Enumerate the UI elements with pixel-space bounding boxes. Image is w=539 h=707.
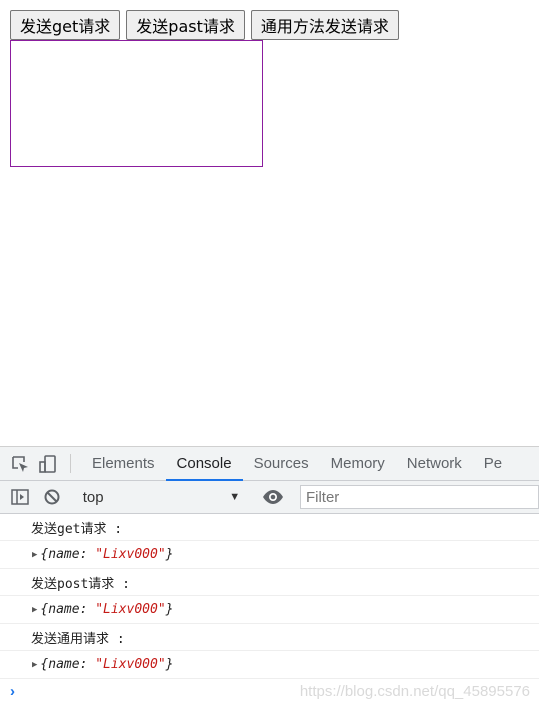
console-log-line: 发送get请求 : (0, 514, 539, 541)
show-sidebar-icon[interactable] (6, 488, 34, 506)
object-open-brace: { (40, 602, 49, 617)
context-selector-value: top (82, 488, 104, 506)
expand-triangle-icon[interactable]: ▶ (32, 605, 37, 615)
console-object-line[interactable]: ▶ {name: "Lixv000"} (0, 651, 539, 679)
tab-elements[interactable]: Elements (81, 447, 166, 480)
device-toolbar-icon[interactable] (34, 447, 62, 480)
dropdown-arrow-icon: ▼ (229, 491, 241, 503)
expand-triangle-icon[interactable]: ▶ (32, 550, 37, 560)
send-generic-button[interactable]: 通用方法发送请求 (250, 10, 399, 40)
object-colon: : (79, 547, 88, 562)
inspect-element-icon[interactable] (6, 447, 34, 480)
console-log-line: 发送通用请求 : (0, 624, 539, 651)
tab-sources[interactable]: Sources (243, 447, 320, 480)
object-open-brace: { (40, 657, 49, 672)
console-object-line[interactable]: ▶ {name: "Lixv000"} (0, 541, 539, 569)
devtools-tab-bar: Elements Console Sources Memory Network … (0, 447, 539, 481)
object-value: "Lixv000" (95, 547, 166, 562)
tab-network[interactable]: Network (396, 447, 473, 480)
page-button-group: 发送get请求 发送past请求 通用方法发送请求 (10, 10, 399, 40)
console-toolbar: top ▼ (0, 481, 539, 514)
tab-console[interactable]: Console (165, 447, 243, 481)
object-close-brace: } (165, 602, 174, 617)
context-selector[interactable]: top ▼ (79, 486, 246, 508)
send-get-button[interactable]: 发送get请求 (10, 10, 121, 40)
console-filter-input[interactable] (299, 485, 539, 509)
console-log-line: 发送post请求 : (0, 569, 539, 596)
object-value: "Lixv000" (95, 657, 166, 672)
clear-console-icon[interactable] (38, 487, 66, 507)
tab-separator (70, 454, 71, 473)
object-close-brace: } (165, 657, 174, 672)
console-messages: 发送get请求 : ▶ {name: "Lixv000"} 发送post请求 :… (0, 514, 539, 679)
console-log-text: 发送get请求 : (31, 521, 123, 537)
object-open-brace: { (40, 547, 49, 562)
expand-triangle-icon[interactable]: ▶ (32, 660, 37, 670)
send-past-button[interactable]: 发送past请求 (126, 10, 245, 40)
console-prompt[interactable]: › https://blog.csdn.net/qq_45895576 (0, 679, 539, 703)
output-box (10, 40, 263, 167)
live-expression-eye-icon[interactable] (259, 489, 287, 505)
object-key: name (48, 547, 80, 562)
object-colon: : (79, 602, 88, 617)
object-close-brace: } (165, 547, 174, 562)
console-log-text: 发送通用请求 : (31, 631, 125, 647)
prompt-chevron-icon: › (10, 682, 15, 700)
object-key: name (48, 602, 80, 617)
console-log-text: 发送post请求 : (31, 576, 130, 592)
watermark-text: https://blog.csdn.net/qq_45895576 (299, 683, 530, 700)
devtools-panel: Elements Console Sources Memory Network … (0, 446, 539, 707)
tab-performance[interactable]: Pe (473, 447, 513, 480)
console-object-line[interactable]: ▶ {name: "Lixv000"} (0, 596, 539, 624)
object-value: "Lixv000" (95, 602, 166, 617)
object-colon: : (79, 657, 88, 672)
tab-memory[interactable]: Memory (320, 447, 396, 480)
object-key: name (48, 657, 80, 672)
